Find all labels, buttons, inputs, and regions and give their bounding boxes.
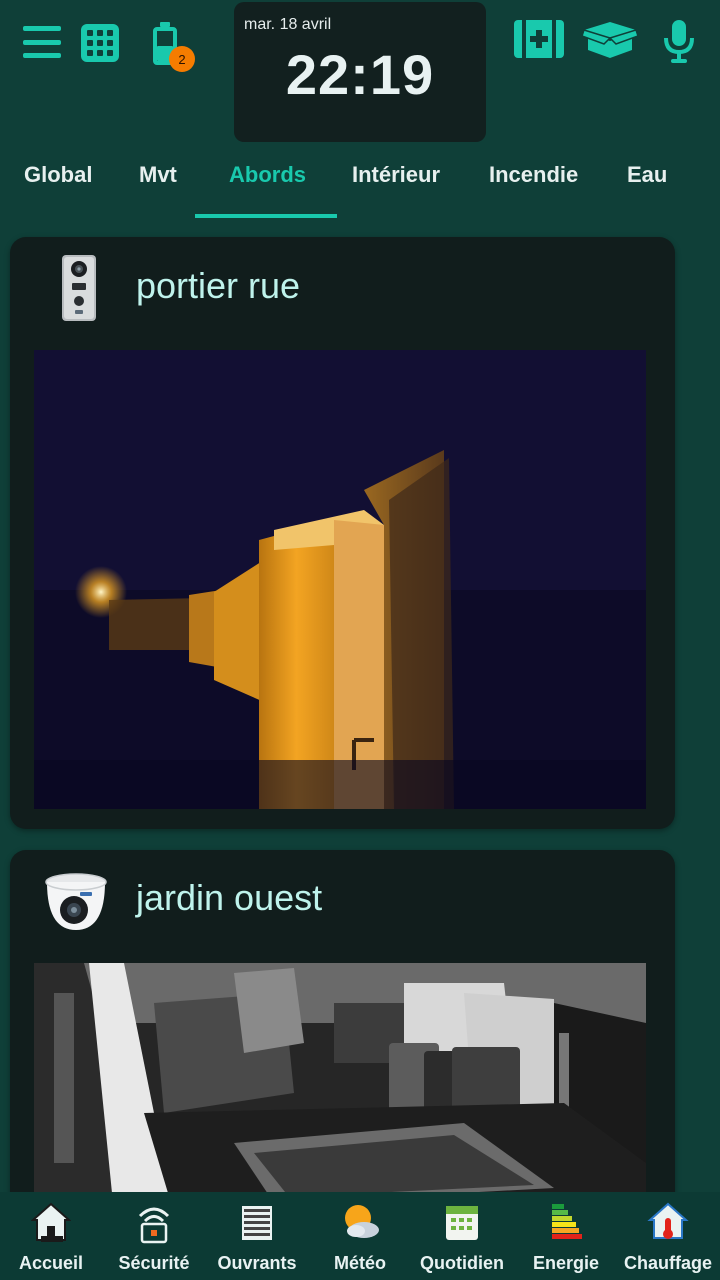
camera-card-jardin-ouest[interactable]: jardin ouest <box>10 850 675 1210</box>
weather-icon <box>345 1205 379 1238</box>
camera-feed-portier-rue[interactable] <box>34 350 646 809</box>
active-tab-indicator <box>195 214 337 218</box>
nav-label: Météo <box>333 1253 386 1273</box>
nav-label: Quotidien <box>420 1253 504 1273</box>
calendar-icon <box>446 1206 478 1240</box>
card-title: jardin ouest <box>136 877 323 918</box>
heating-icon <box>647 1202 689 1239</box>
card-title: portier rue <box>136 265 301 306</box>
home-icon <box>31 1202 71 1242</box>
nav-label: Ouvrants <box>217 1253 297 1273</box>
tab-abords[interactable]: Abords <box>229 162 306 188</box>
nav-meteo[interactable]: Météo <box>310 1192 410 1280</box>
microphone-icon[interactable] <box>662 18 696 64</box>
energy-label-icon <box>552 1204 582 1239</box>
grid-icon[interactable] <box>81 24 119 62</box>
box-icon[interactable] <box>582 18 638 60</box>
tab-interieur[interactable]: Intérieur <box>352 162 440 188</box>
tab-eau[interactable]: Eau <box>627 162 667 188</box>
tab-incendie[interactable]: Incendie <box>489 162 578 188</box>
time-label: 22:19 <box>285 43 435 106</box>
nav-quotidien[interactable]: Quotidien <box>414 1192 510 1280</box>
nav-label: Accueil <box>18 1253 84 1273</box>
tab-mvt[interactable]: Mvt <box>139 162 177 188</box>
doorbell-camera-icon <box>62 255 96 321</box>
nav-energie[interactable]: Energie <box>518 1192 614 1280</box>
nav-accueil[interactable]: Accueil <box>2 1192 100 1280</box>
nav-chauffage[interactable]: Chauffage <box>618 1192 718 1280</box>
clock-widget: mar. 18 avril 22:19 <box>234 2 486 142</box>
nav-label: Sécurité <box>118 1253 190 1273</box>
nav-securite[interactable]: Sécurité <box>104 1192 204 1280</box>
top-bar: 2 mar. 18 avril 22:19 <box>0 0 720 150</box>
shutter-icon <box>242 1206 272 1240</box>
dome-camera-icon <box>45 873 107 930</box>
security-icon <box>138 1207 170 1244</box>
bottom-navigation: Accueil Sécurité Ouvrants Météo Quotidie… <box>0 1192 720 1280</box>
menu-icon[interactable] <box>22 26 62 58</box>
tab-global[interactable]: Global <box>24 162 92 188</box>
battery-alert-badge: 2 <box>169 46 195 72</box>
nav-ouvrants[interactable]: Ouvrants <box>208 1192 306 1280</box>
camera-feed-jardin-ouest[interactable] <box>34 963 646 1210</box>
camera-card-portier-rue[interactable]: portier rue <box>10 237 675 829</box>
tab-bar: Global Mvt Abords Intérieur Incendie Eau <box>0 152 720 220</box>
nav-label: Chauffage <box>623 1253 712 1273</box>
date-label: mar. 18 avril <box>244 16 332 33</box>
nav-label: Energie <box>532 1253 600 1273</box>
medkit-icon[interactable] <box>514 18 564 60</box>
